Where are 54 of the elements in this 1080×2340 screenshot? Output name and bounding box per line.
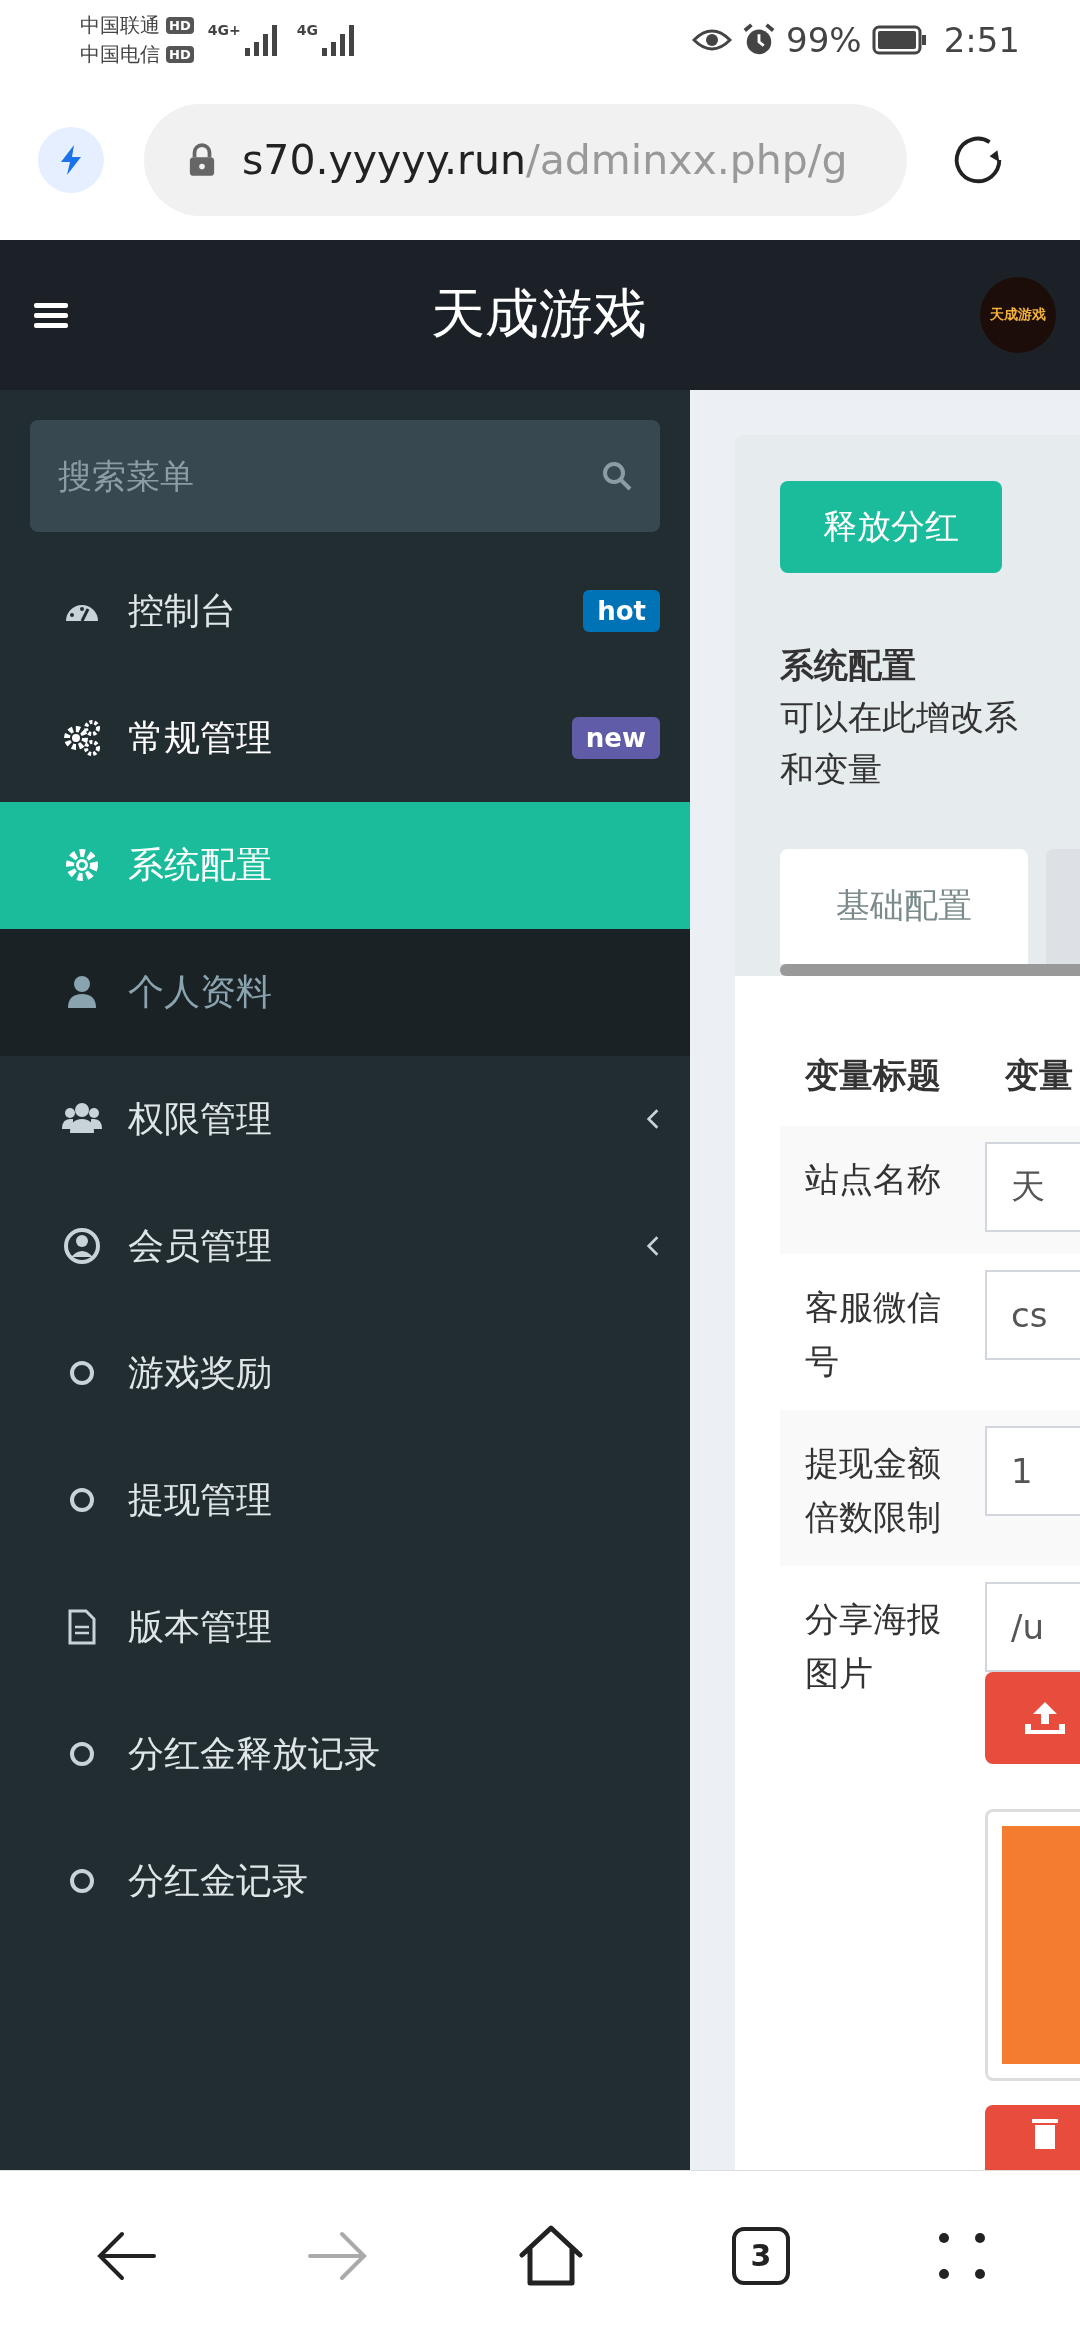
table-cell-text: 分享海报图片 bbox=[804, 1597, 942, 1695]
battery-percent: 99% bbox=[786, 19, 862, 60]
carrier-name: 中国联通 bbox=[80, 11, 160, 39]
upload-button[interactable] bbox=[985, 1671, 1080, 1764]
sidebar-item[interactable]: 分红金记录 bbox=[0, 1817, 690, 1945]
chevron-left-icon bbox=[646, 1235, 660, 1258]
input-field[interactable]: 1 bbox=[985, 1425, 1080, 1516]
trash-icon bbox=[1030, 2116, 1060, 2151]
sidebar-item[interactable]: 权限管理 bbox=[0, 1055, 690, 1183]
table-cell-text: 站点名称 bbox=[804, 1157, 942, 1201]
sidebar-item[interactable]: 分红金释放记录 bbox=[0, 1690, 690, 1818]
section-description: 可以在此增改系 和变量 bbox=[780, 695, 1019, 791]
lock-icon bbox=[188, 142, 216, 177]
user-circle-icon bbox=[62, 1226, 102, 1267]
hd-badge: HD bbox=[166, 45, 194, 63]
network-type: 4G+ bbox=[207, 21, 241, 38]
table-cell-text: 提现金额倍数限制 bbox=[804, 1441, 942, 1539]
chevron-left-icon bbox=[646, 1108, 660, 1131]
badge: new bbox=[571, 717, 660, 760]
tab[interactable]: 基础配置 bbox=[780, 848, 1028, 964]
column-header: 变量 bbox=[1005, 1053, 1073, 1097]
tabs-button[interactable]: 3 bbox=[732, 2226, 790, 2285]
sidebar-item[interactable]: 提现管理 bbox=[0, 1436, 690, 1564]
table-cell-text: 客服微信号 bbox=[804, 1285, 942, 1383]
section-title: 系统配置 bbox=[780, 643, 917, 687]
sidebar-item[interactable]: 会员管理 bbox=[0, 1182, 690, 1310]
sidebar-item[interactable]: 游戏奖励 bbox=[0, 1309, 690, 1437]
input-field[interactable]: cs bbox=[985, 1269, 1080, 1360]
site-title: 天成游戏 bbox=[430, 281, 648, 348]
clock-time: 2:51 bbox=[943, 19, 1020, 60]
carrier-name: 中国电信 bbox=[80, 40, 160, 68]
more-icon[interactable] bbox=[938, 2231, 986, 2280]
lightning-icon bbox=[59, 143, 83, 176]
battery-icon bbox=[871, 24, 928, 55]
hd-badge: HD bbox=[166, 16, 194, 34]
logo[interactable]: 天成游戏 bbox=[980, 276, 1056, 353]
menu-icon[interactable] bbox=[34, 300, 68, 329]
sidebar-item[interactable]: 版本管理 bbox=[0, 1563, 690, 1691]
home-icon[interactable] bbox=[518, 2224, 584, 2287]
sidebar-item[interactable]: 控制台 hot bbox=[0, 547, 690, 675]
badge: hot bbox=[583, 590, 660, 633]
search-field[interactable]: 搜索菜单 bbox=[30, 419, 660, 532]
url-text: s70.yyyyy.run/adminxx.php/g bbox=[242, 135, 848, 184]
alarm-icon bbox=[742, 22, 777, 57]
gears-icon bbox=[62, 718, 102, 759]
sidebar-item[interactable]: 常规管理 new bbox=[0, 674, 690, 802]
network-type: 4G bbox=[296, 21, 318, 38]
input-field[interactable]: 天 bbox=[985, 1141, 1080, 1232]
address-bar[interactable]: s70.yyyyy.run/adminxx.php/g bbox=[144, 103, 907, 216]
sidebar-item[interactable]: 个人资料 bbox=[0, 928, 690, 1056]
column-header: 变量标题 bbox=[804, 1053, 942, 1097]
search-icon bbox=[602, 460, 632, 491]
upload-icon bbox=[1023, 1699, 1067, 1736]
input-field[interactable]: /u bbox=[985, 1581, 1080, 1672]
